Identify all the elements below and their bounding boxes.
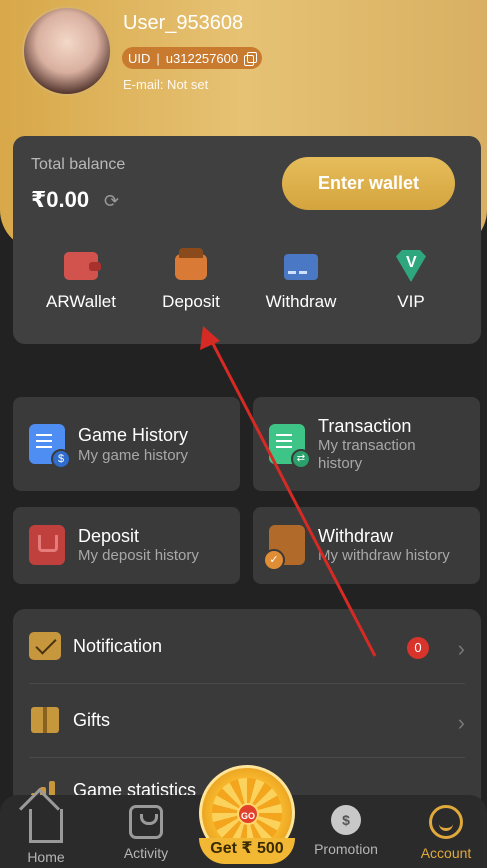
nav-promotion[interactable]: $ Promotion <box>306 795 386 868</box>
refresh-icon[interactable]: ⟳ <box>104 191 126 211</box>
card-subtitle: My withdraw history <box>318 547 450 564</box>
uid-separator: | <box>156 50 160 66</box>
username: User_953608 <box>123 12 244 34</box>
balance-label: Total balance <box>31 156 126 173</box>
quick-action-label: ARWallet <box>46 292 116 311</box>
quick-action-label: Withdraw <box>265 292 337 311</box>
nav-label: Promotion <box>314 841 378 857</box>
email-text: E-mail: Not set <box>123 77 209 92</box>
card-title: Deposit <box>78 526 140 546</box>
transaction-icon <box>269 424 311 469</box>
deposit-history-icon <box>29 525 65 565</box>
quick-action-deposit[interactable]: Deposit <box>141 248 241 312</box>
quick-action-vip[interactable]: VIP <box>361 248 461 312</box>
promotion-icon: $ <box>331 805 361 835</box>
card-subtitle: My transaction history <box>318 437 416 472</box>
menu-item-label: Notification <box>73 636 163 656</box>
avatar[interactable] <box>22 6 112 96</box>
withdraw-history-icon <box>263 525 305 571</box>
notification-mail-icon <box>29 632 61 660</box>
balance-card: Total balance ₹0.00 ⟳ Enter wallet ARWal… <box>13 136 481 344</box>
uid-value: u312257600 <box>165 50 239 66</box>
quick-action-label: Deposit <box>162 292 220 311</box>
game-history-card[interactable]: Game History My game history <box>13 397 240 491</box>
notification-count-badge: 0 <box>407 637 429 659</box>
uid-badge[interactable]: UID | u312257600 <box>122 47 263 69</box>
quick-action-arwallet[interactable]: ARWallet <box>31 248 131 312</box>
card-title: Game History <box>78 425 189 445</box>
deposit-wallet-icon <box>174 248 208 282</box>
uid-label: UID <box>128 50 151 66</box>
withdraw-card-icon <box>284 248 318 282</box>
nav-activity[interactable]: Activity <box>106 795 186 868</box>
enter-wallet-button[interactable]: Enter wallet <box>282 157 455 210</box>
account-icon <box>429 805 463 839</box>
card-title: Withdraw <box>318 526 394 546</box>
divider <box>29 757 465 758</box>
spin-go-icon: GO <box>237 803 259 825</box>
card-subtitle: My game history <box>78 447 189 464</box>
card-title: Transaction <box>318 416 412 436</box>
gift-icon <box>31 707 59 733</box>
nav-account[interactable]: Account <box>406 795 486 868</box>
home-icon <box>29 809 63 843</box>
game-history-icon <box>29 424 71 469</box>
menu-item-label: Gifts <box>73 710 111 730</box>
chevron-right-icon: › <box>457 710 465 735</box>
quick-action-label: VIP <box>397 292 425 311</box>
activity-icon <box>129 805 163 839</box>
copy-icon[interactable] <box>244 52 258 66</box>
spin-reward-label[interactable]: Get ₹ 500 <box>199 838 295 864</box>
deposit-history-card[interactable]: Deposit My deposit history <box>13 507 240 584</box>
menu-item-gifts[interactable]: Gifts › <box>13 683 481 756</box>
nav-label: Account <box>420 845 472 861</box>
nav-home[interactable]: Home <box>6 795 86 868</box>
chevron-right-icon: › <box>457 636 465 661</box>
balance-value: ₹0.00 <box>31 187 90 212</box>
arwallet-icon <box>64 248 101 282</box>
vip-gem-icon <box>394 248 428 282</box>
transaction-card[interactable]: Transaction My transaction history <box>253 397 480 491</box>
menu-item-notification[interactable]: Notification 0 › <box>13 609 481 682</box>
card-subtitle: My deposit history <box>78 547 199 564</box>
nav-label: Activity <box>123 845 169 861</box>
nav-label: Home <box>27 849 65 865</box>
withdraw-history-card[interactable]: Withdraw My withdraw history <box>253 507 480 584</box>
quick-action-withdraw[interactable]: Withdraw <box>251 248 351 312</box>
